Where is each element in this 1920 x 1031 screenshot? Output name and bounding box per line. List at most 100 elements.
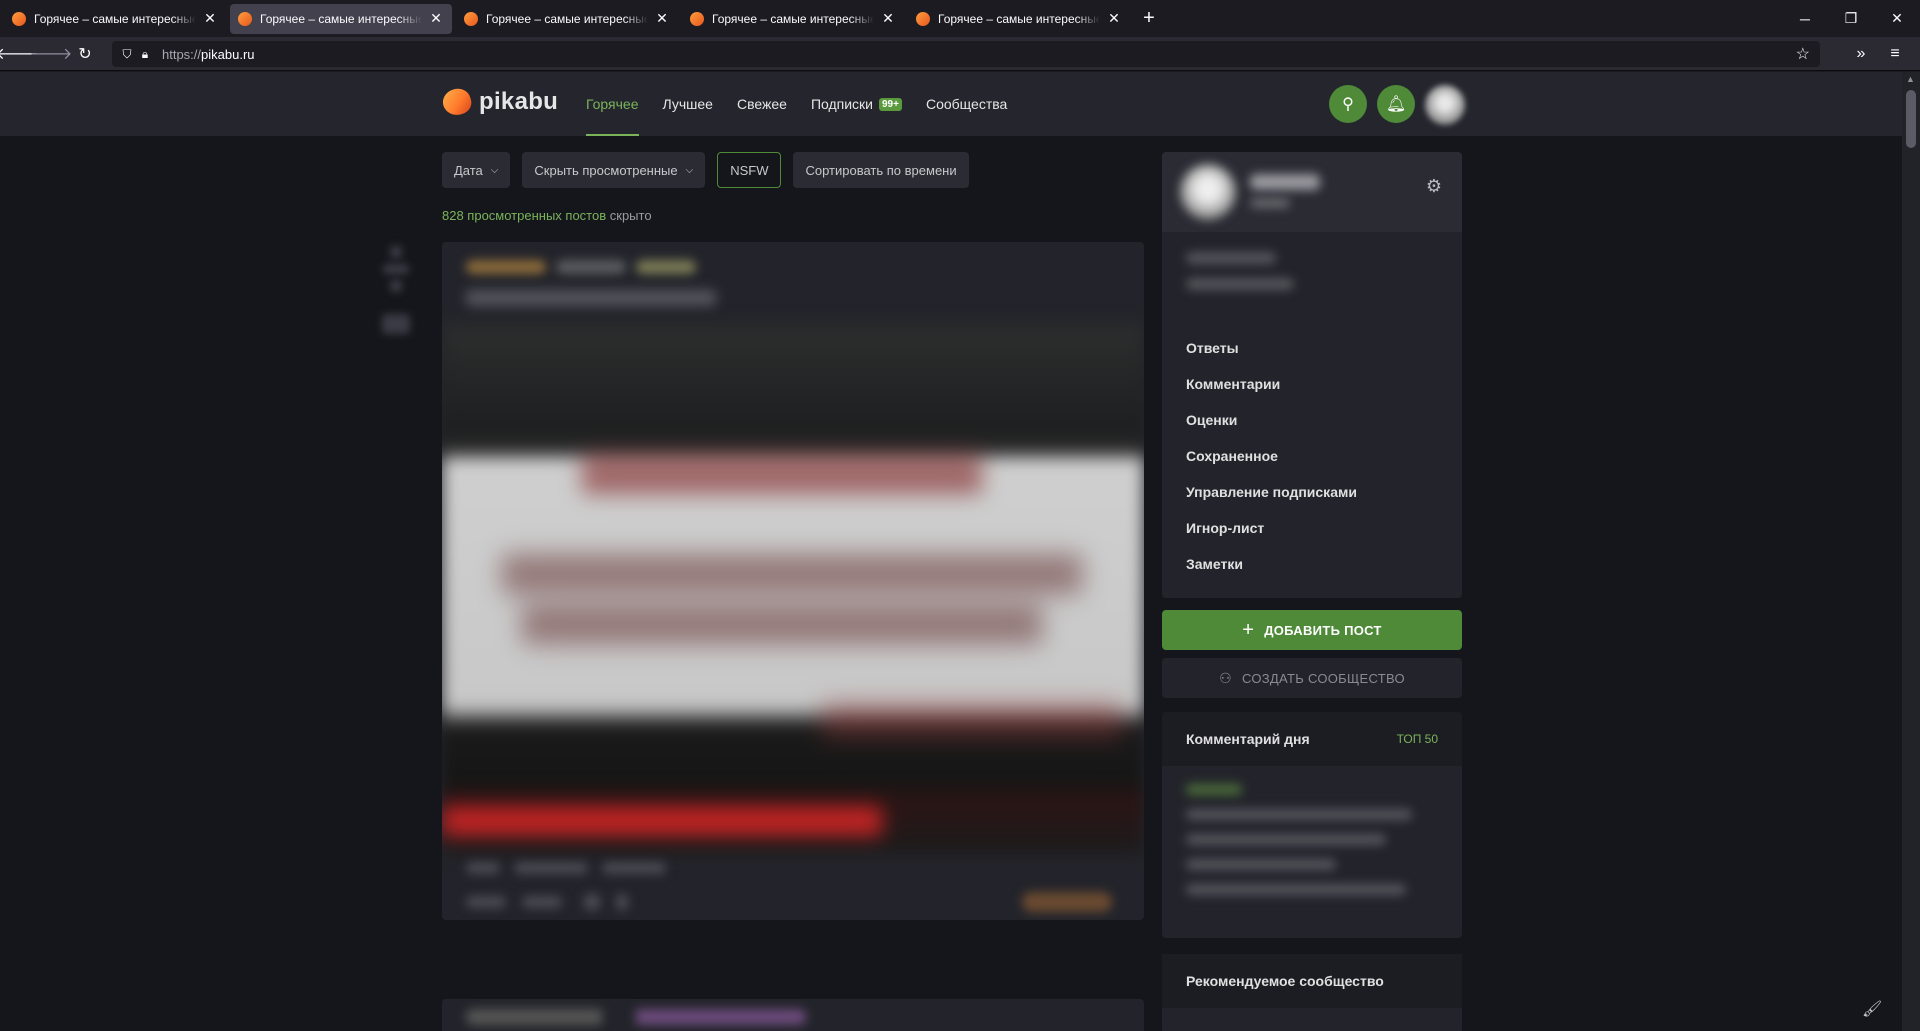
feed-filters: Дата ⌵ Скрыть просмотренные ⌵ NSFW Сортиро… [442,152,981,188]
comment-of-day-card: Комментарий дня ТОП 50 [1162,712,1462,938]
menu-icon[interactable]: ≡ [1878,39,1912,69]
page-content: pikabu Горячее Лучшее Свежее Подписки 99+… [0,72,1902,1031]
create-community-button[interactable]: ⚇ СОЗДАТЬ СООБЩЕСТВО [1162,658,1462,698]
hide-viewed-filter[interactable]: Скрыть просмотренные ⌵ [522,152,706,188]
tab-title: Горячее – самые интересные и обсуждаемые… [260,11,422,26]
forward-button[interactable]: 🡒 [30,39,73,69]
comment-of-day-header: Комментарий дня ТОП 50 [1162,712,1462,766]
create-community-label: СОЗДАТЬ СООБЩЕСТВО [1241,670,1405,686]
profile-header: ⚙ [1162,152,1462,232]
minimize-icon[interactable]: ─ [1782,0,1828,37]
hidden-posts-link[interactable]: 828 просмотренных постов [442,208,606,223]
notifications-button[interactable]: 🔔︎ [1377,85,1415,123]
nav-subscriptions[interactable]: Подписки 99+ [811,72,902,136]
search-button[interactable]: ⚲ [1329,85,1367,123]
pikabu-logo-icon [439,85,475,119]
close-tab-icon[interactable]: ✕ [428,10,444,27]
date-filter-label: Дата [454,162,483,178]
bell-icon: 🔔︎ [1385,96,1407,113]
close-window-icon[interactable]: ✕ [1874,0,1920,37]
profile-sub-blurred [1250,198,1290,208]
close-tab-icon[interactable]: ✕ [654,10,670,27]
menu-item-manage-subscriptions[interactable]: Управление подписками [1186,474,1357,510]
post-meta-blurred [466,1009,806,1025]
date-filter[interactable]: Дата ⌵ [442,152,511,188]
close-tab-icon[interactable]: ✕ [880,10,896,27]
nav-communities[interactable]: Сообщества [926,72,1007,136]
menu-item-notes[interactable]: Заметки [1186,546,1357,582]
sort-by-time-button[interactable]: Сортировать по времени [793,152,969,188]
pikabu-favicon-icon [238,11,252,26]
subscriptions-count-badge: 99+ [879,97,902,111]
post-actions-blurred [466,892,1126,912]
profile-name-blurred[interactable] [1250,174,1320,190]
browser-tab[interactable]: Горячее – самые интересные и обсуждаемые… [456,4,678,34]
restore-icon[interactable]: ❐ [1828,0,1874,37]
nav-hot[interactable]: Горячее [586,72,639,136]
new-tab-button[interactable]: + [1134,4,1164,34]
top50-link[interactable]: ТОП 50 [1397,732,1438,746]
url-host: pikabu.ru [201,46,255,62]
nsfw-toggle[interactable]: NSFW [717,152,782,188]
pikabu-favicon-icon [464,11,478,26]
recommended-community-card: Рекомендуемое сообщество [1162,954,1462,1031]
scrollbar-thumb[interactable] [1906,90,1916,148]
menu-item-ratings[interactable]: Оценки [1186,402,1357,438]
comment-of-day-content-blurred [1186,784,1416,909]
browser-tab[interactable]: Горячее – самые интересные и обсуждаемые… [682,4,904,34]
profile-avatar-blurred[interactable] [1180,164,1236,220]
overflow-chevron-icon[interactable]: » [1844,39,1878,69]
browser-tab[interactable]: Горячее – самые интересные и обсуждаемые… [4,4,226,34]
menu-item-comments[interactable]: Комментарии [1186,366,1357,402]
post-rating-blurred [376,240,416,340]
nav-best[interactable]: Лучшее [663,72,713,136]
tab-title: Горячее – самые интересные и обсуждаемые… [34,11,196,26]
browser-tab-active[interactable]: Горячее – самые интересные и обсуждаемые… [230,3,452,34]
logo-text: pikabu [479,88,559,115]
menu-item-ignore-list[interactable]: Игнор-лист [1186,510,1357,546]
post-title-blurred [466,290,716,306]
page-scrollbar[interactable]: ▲ [1902,72,1920,1031]
plus-icon: + [1242,618,1255,641]
post-card-blurred[interactable] [442,999,1144,1031]
url-text[interactable]: https://pikabu.ru [162,47,255,62]
menu-item-replies[interactable]: Ответы [1186,330,1357,366]
nav-fresh[interactable]: Свежее [737,72,787,136]
scroll-up-icon[interactable]: ▲ [1906,74,1915,84]
lock-icon[interactable]: 🔒︎ [136,47,154,62]
reload-button[interactable]: ↻ [68,39,102,69]
sidebar: ⚙ Ответы Комментарии Оценки Сохраненное … [1162,152,1462,1031]
paint-bucket-icon[interactable]: 🖌︎ [1862,999,1882,1019]
user-avatar[interactable] [1425,85,1465,125]
nav-subscriptions-label: Подписки [810,96,873,112]
site-header: pikabu Горячее Лучшее Свежее Подписки 99+… [0,72,1902,136]
window-controls: ─ ❐ ✕ [1782,0,1920,37]
comment-of-day-title: Комментарий дня [1186,731,1310,747]
toolbar-right: » ≡ [1844,39,1912,69]
pikabu-favicon-icon [690,11,704,26]
post-image-blurred[interactable] [442,324,1144,854]
chevron-down-icon: ⌵ [685,164,694,176]
address-bar[interactable]: ⛉ 🔒︎ https://pikabu.ru ☆ [112,41,1820,67]
profile-menu: Ответы Комментарии Оценки Сохраненное Уп… [1186,330,1357,582]
browser-toolbar: 🡐 🡒 ↻ ⛉ 🔒︎ https://pikabu.ru ☆ » ≡ [0,37,1920,71]
post-card-blurred[interactable] [442,242,1144,920]
hide-viewed-label: Скрыть просмотренные [534,162,678,178]
add-post-button[interactable]: + ДОБАВИТЬ ПОСТ [1162,610,1462,650]
profile-stats-blurred [1186,252,1294,304]
browser-tab[interactable]: Горячее – самые интересные и обсуждаемые… [908,4,1130,34]
gear-icon[interactable]: ⚙ [1426,176,1442,197]
header-actions: ⚲ 🔔︎ [1329,85,1465,125]
close-tab-icon[interactable]: ✕ [202,10,218,27]
hidden-posts-info: 828 просмотренных постов скрыто [442,208,652,223]
pikabu-favicon-icon [12,11,26,26]
close-tab-icon[interactable]: ✕ [1106,10,1122,27]
bookmark-star-icon[interactable]: ☆ [1796,44,1810,64]
tab-title: Горячее – самые интересные и обсуждаемые… [938,11,1100,26]
site-logo[interactable]: pikabu [439,85,559,119]
tab-title: Горячее – самые интересные и обсуждаемые… [712,11,874,26]
menu-item-saved[interactable]: Сохраненное [1186,438,1357,474]
shield-icon[interactable]: ⛉ [118,47,136,62]
profile-card: ⚙ Ответы Комментарии Оценки Сохраненное … [1162,152,1462,598]
pikabu-favicon-icon [916,11,930,26]
